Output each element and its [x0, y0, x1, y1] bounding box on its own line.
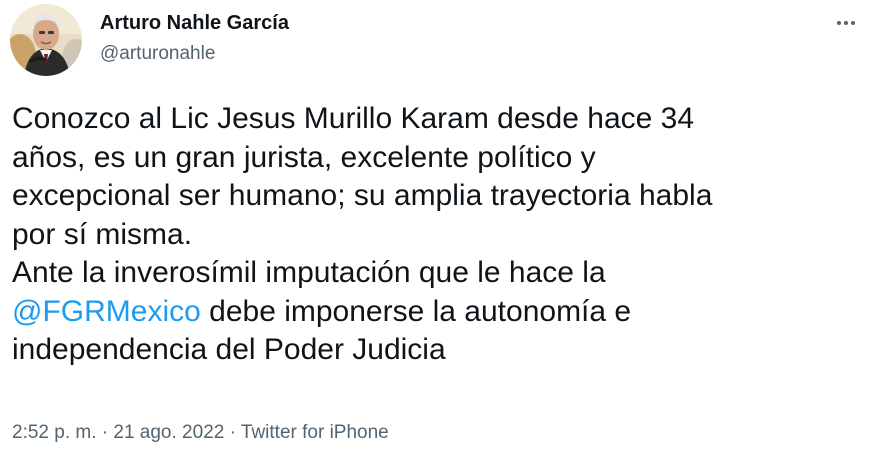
tweet-text-line: @FGRMexico debe imponerse la autonomía e	[12, 293, 862, 332]
separator: ·	[224, 422, 241, 443]
tweet-text-line: Ante la inverosímil imputación que le ha…	[12, 256, 606, 289]
tweet-time[interactable]: 2:52 p. m.	[12, 422, 97, 443]
tweet-text-line: excepcional ser humano; su amplia trayec…	[12, 179, 713, 212]
tweet-text-line: años, es un gran jurista, excelente polí…	[12, 140, 596, 174]
tweet-date[interactable]: 21 ago. 2022	[113, 422, 224, 443]
separator: ·	[96, 422, 114, 443]
more-options-button[interactable]	[830, 8, 862, 38]
author-name[interactable]: Arturo Nahle García	[100, 11, 289, 35]
more-horizontal-icon-dot	[844, 21, 848, 25]
tweet-text-fragment: debe imponerse la autonomía e	[200, 294, 632, 328]
mention-link[interactable]: @FGRMexico	[12, 295, 201, 328]
tweet-text: Conozco al Lic Jesus Murillo Karam desde…	[12, 100, 862, 370]
tweet: Arturo Nahle García @arturonahle Conozco…	[0, 0, 870, 452]
tweet-text-line: independencia del Poder Judicia	[12, 333, 446, 366]
tweet-text-line: por sí misma.	[12, 217, 193, 251]
author-handle[interactable]: @arturonahle	[100, 42, 215, 66]
more-horizontal-icon-dot	[837, 21, 841, 25]
tweet-text-line: Conozco al Lic Jesus Murillo Karam desde…	[12, 102, 695, 135]
avatar[interactable]	[10, 4, 82, 76]
tweet-source[interactable]: Twitter for iPhone	[241, 422, 389, 443]
more-horizontal-icon-dot	[851, 21, 855, 25]
avatar-photo	[10, 4, 82, 76]
tweet-metadata: 2:52 p. m. · 21 ago. 2022 · Twitter for …	[12, 420, 389, 446]
